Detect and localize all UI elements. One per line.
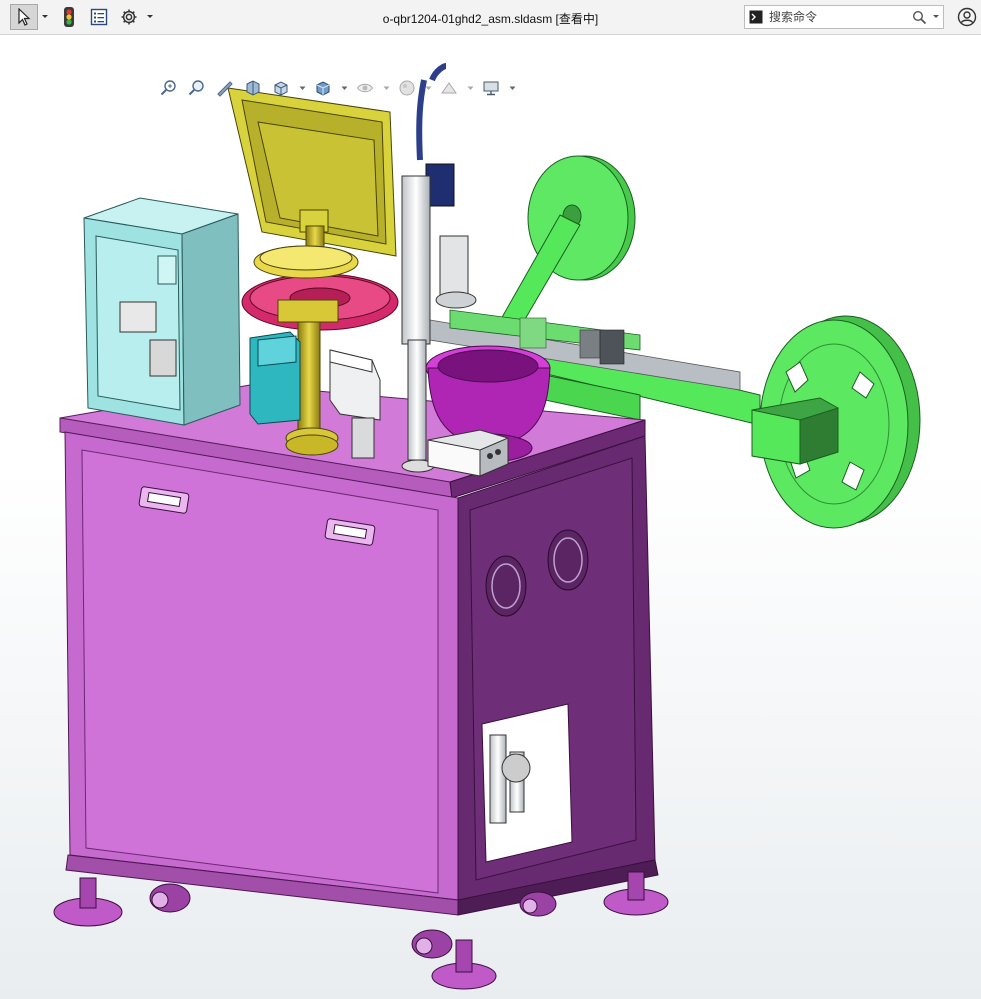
monitor[interactable] — [227, 87, 397, 267]
electrical-cabinet[interactable] — [83, 197, 241, 426]
chevron-down-icon[interactable] — [929, 14, 943, 20]
teal-module[interactable] — [249, 331, 301, 425]
view-orientation-icon[interactable] — [270, 77, 292, 99]
hide-show-icon[interactable] — [354, 77, 376, 99]
chevron-down-icon[interactable] — [424, 77, 432, 99]
display-style-icon[interactable] — [312, 77, 334, 99]
traffic-light-icon — [63, 6, 75, 28]
title-bar: o-qbr1204-01ghd2_asm.sldasm [查看中] — [0, 0, 981, 35]
search-commands-box[interactable] — [744, 5, 944, 29]
chevron-down-icon — [41, 14, 49, 20]
chevron-down-icon[interactable] — [298, 77, 306, 99]
chevron-down-icon[interactable] — [508, 77, 516, 99]
apply-scene-icon[interactable] — [438, 77, 460, 99]
chevron-down-icon[interactable] — [466, 77, 474, 99]
assembly-model[interactable] — [0, 35, 981, 999]
zoom-to-area-icon[interactable] — [186, 77, 208, 99]
search-icon[interactable] — [909, 10, 929, 25]
select-dropdown[interactable] — [39, 4, 51, 30]
edit-appearance-icon[interactable] — [396, 77, 418, 99]
gear-icon — [120, 8, 138, 26]
command-prompt-icon — [745, 10, 767, 24]
machine-frame[interactable] — [59, 384, 659, 916]
user-account-button[interactable] — [956, 4, 978, 30]
chevron-down-icon — [146, 14, 154, 20]
zoom-to-fit-icon[interactable] — [158, 77, 180, 99]
select-button[interactable] — [10, 4, 38, 30]
search-input[interactable] — [767, 10, 909, 24]
view-settings-icon[interactable] — [480, 77, 502, 99]
feature-tree-icon — [90, 8, 108, 26]
previous-view-icon[interactable] — [214, 77, 236, 99]
select-arrow-icon — [17, 8, 31, 26]
user-icon — [957, 7, 977, 27]
rebuild-button[interactable] — [58, 4, 80, 30]
section-view-icon[interactable] — [242, 77, 264, 99]
options-button[interactable] — [118, 4, 140, 30]
reel-motor[interactable] — [751, 397, 839, 465]
options-dropdown[interactable] — [144, 4, 156, 30]
chevron-down-icon[interactable] — [382, 77, 390, 99]
chevron-down-icon[interactable] — [340, 77, 348, 99]
heads-up-view-toolbar — [158, 75, 516, 101]
feature-tree-button[interactable] — [88, 4, 110, 30]
graphics-area[interactable] — [0, 35, 981, 999]
